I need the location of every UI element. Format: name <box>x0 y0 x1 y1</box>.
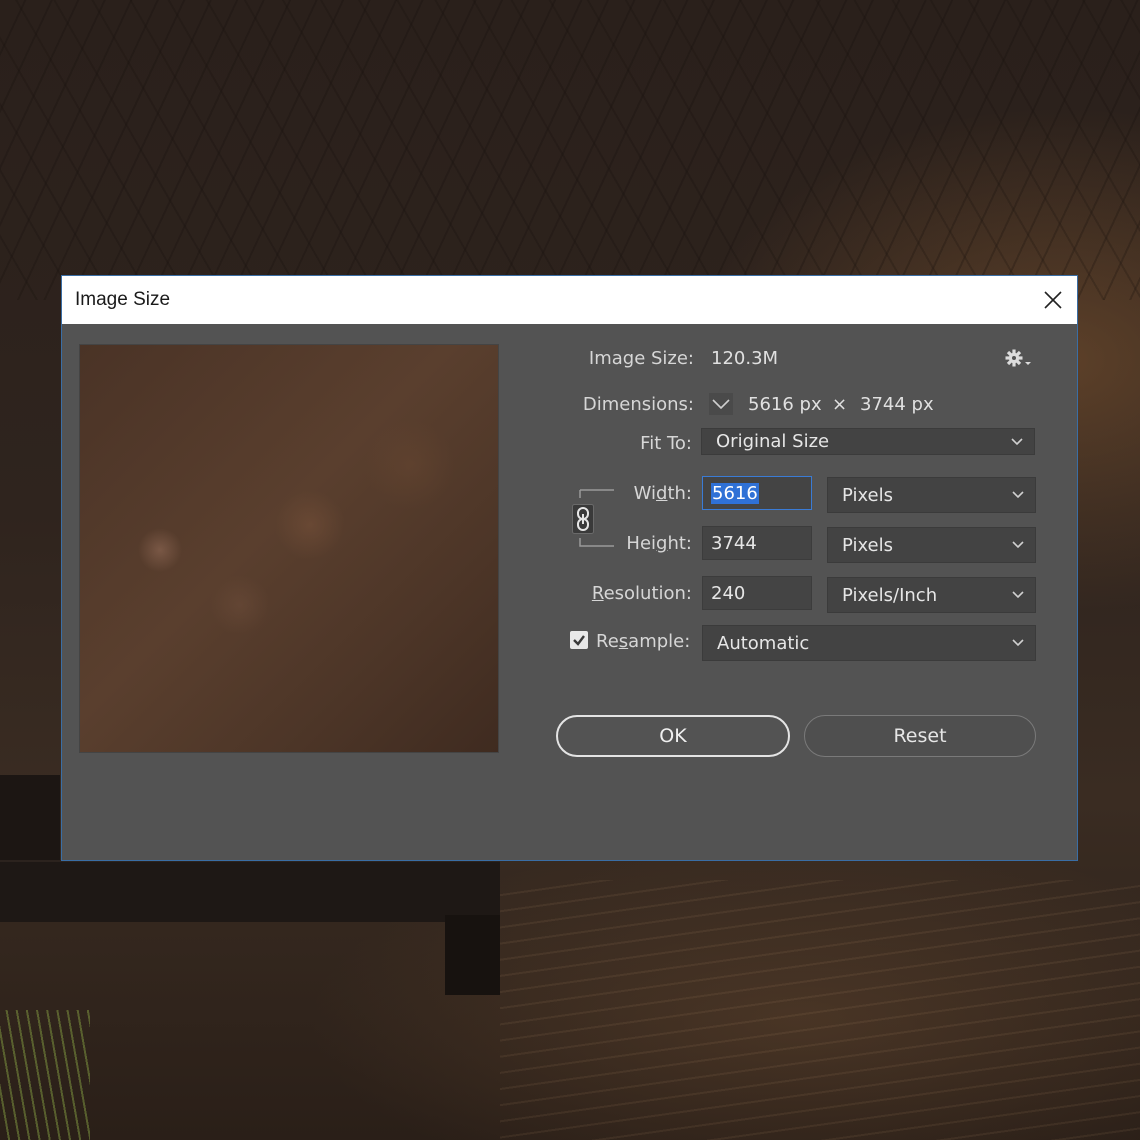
chevron-down-icon <box>709 393 733 415</box>
fit-to-select[interactable]: Original Size <box>701 428 1035 455</box>
ok-button[interactable]: OK <box>556 715 790 757</box>
fit-to-value: Original Size <box>716 431 830 452</box>
chain-link-icon <box>572 504 594 534</box>
width-input[interactable]: 5616 <box>702 476 812 510</box>
height-unit-value: Pixels <box>842 534 894 556</box>
width-unit-value: Pixels <box>842 484 894 506</box>
chevron-down-icon <box>1012 491 1024 499</box>
resample-method-value: Automatic <box>717 632 810 654</box>
background-branches <box>0 0 1140 300</box>
image-size-dialog: Image Size Image Size: 120.3M Dimensions… <box>62 276 1077 860</box>
resolution-value: 240 <box>711 582 746 604</box>
dimensions-height: 3744 px <box>860 394 934 415</box>
background-dock-post <box>0 775 60 860</box>
fit-to-label: Fit To: <box>640 433 692 454</box>
close-button[interactable] <box>1029 276 1077 324</box>
image-size-value: 120.3M <box>711 348 779 369</box>
resample-label: Resample: <box>596 631 691 652</box>
resolution-unit-value: Pixels/Inch <box>842 584 938 606</box>
chevron-down-icon <box>1012 541 1024 549</box>
chevron-down-icon <box>1012 591 1024 599</box>
width-label: Width: <box>633 483 692 504</box>
checkmark-icon <box>573 635 585 646</box>
resolution-input[interactable]: 240 <box>702 576 812 610</box>
width-unit-select[interactable]: Pixels <box>827 477 1036 513</box>
image-preview[interactable] <box>79 344 499 753</box>
resample-method-select[interactable]: Automatic <box>702 625 1036 661</box>
height-unit-select[interactable]: Pixels <box>827 527 1036 563</box>
dimensions-times: × <box>832 394 848 415</box>
dialog-title: Image Size <box>75 289 171 310</box>
height-input[interactable]: 3744 <box>702 526 812 560</box>
background-dock <box>0 860 500 922</box>
dialog-titlebar: Image Size <box>62 276 1077 324</box>
background-grass <box>0 1010 90 1140</box>
resolution-label: Resolution: <box>591 583 692 604</box>
background-dock-leg <box>445 915 500 995</box>
image-size-label: Image Size: <box>588 348 694 369</box>
resolution-unit-select[interactable]: Pixels/Inch <box>827 577 1036 613</box>
background-water <box>500 880 1140 1140</box>
dimensions-toggle[interactable] <box>709 393 733 415</box>
dimensions-width: 5616 px <box>748 394 822 415</box>
reset-button[interactable]: Reset <box>804 715 1036 757</box>
width-value: 5616 <box>711 482 759 504</box>
height-label: Height: <box>626 533 692 554</box>
close-icon <box>1044 291 1062 309</box>
chevron-down-icon <box>1011 437 1023 445</box>
dimensions-label: Dimensions: <box>582 394 694 415</box>
constrain-proportions-button[interactable] <box>572 504 594 534</box>
resample-checkbox[interactable] <box>570 631 588 649</box>
height-value: 3744 <box>711 532 757 554</box>
settings-button[interactable] <box>1004 347 1034 371</box>
chevron-down-icon <box>1012 639 1024 647</box>
gear-icon <box>1005 349 1031 367</box>
